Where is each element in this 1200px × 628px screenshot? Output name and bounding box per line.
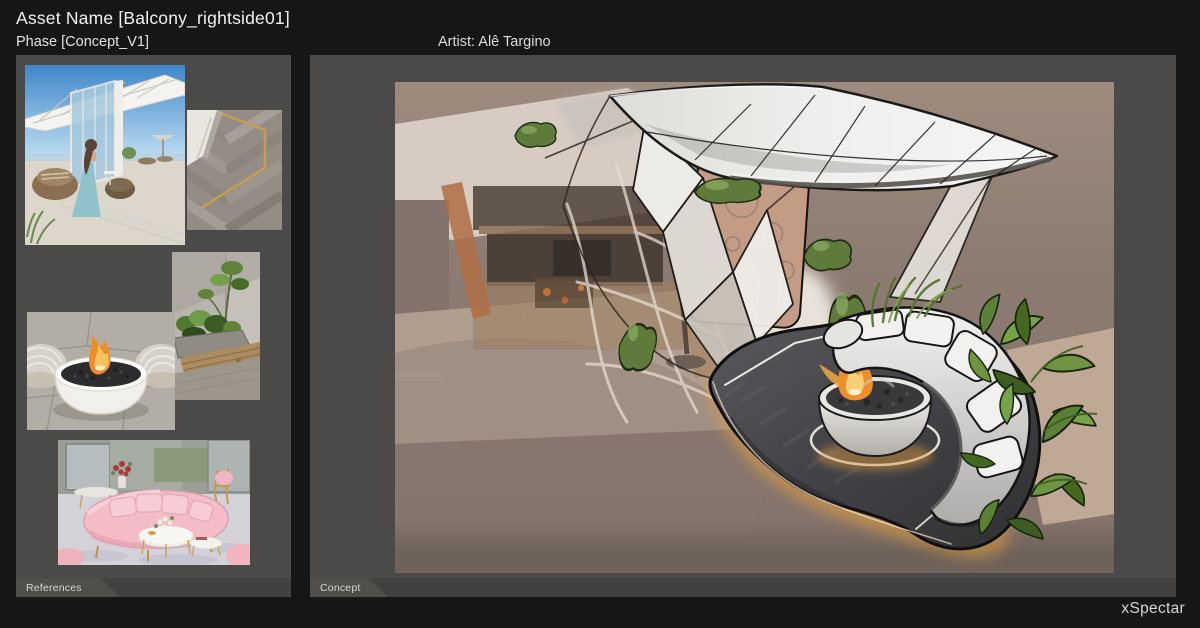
- concept-panel: [310, 55, 1176, 578]
- fire-bowl-thumbnail: [27, 312, 175, 430]
- artist-label: Artist: Alê Targino: [438, 34, 551, 50]
- references-tab-bar: References: [16, 578, 291, 597]
- presentation-board: Asset Name [Balcony_rightside01] Phase […: [0, 0, 1200, 628]
- concept-tab-bar: Concept: [310, 578, 1176, 597]
- tab-concept[interactable]: Concept: [310, 578, 388, 597]
- tab-references[interactable]: References: [16, 578, 120, 597]
- pink-sofa-thumbnail: [58, 440, 250, 565]
- planter-bench-thumbnail: [172, 252, 260, 400]
- reference-image-pink-sofa[interactable]: [58, 440, 250, 565]
- reference-image-planter-bench[interactable]: [172, 252, 260, 400]
- brand-label: xSpectar: [1121, 600, 1185, 618]
- concept-illustration: [395, 82, 1114, 573]
- balcony-terrace-thumbnail: [25, 65, 185, 245]
- reference-image-herringbone-floor[interactable]: [187, 110, 282, 230]
- tab-references-label: References: [26, 582, 82, 594]
- asset-name-label: Asset Name [Balcony_rightside01]: [16, 8, 290, 29]
- tab-concept-label: Concept: [320, 582, 361, 594]
- concept-artwork[interactable]: [395, 82, 1114, 573]
- reference-image-balcony-terrace[interactable]: [25, 65, 185, 245]
- herringbone-floor-thumbnail: [187, 110, 282, 230]
- references-panel: [16, 55, 291, 578]
- reference-image-fire-bowl[interactable]: [27, 312, 175, 430]
- phase-label: Phase [Concept_V1]: [16, 34, 149, 50]
